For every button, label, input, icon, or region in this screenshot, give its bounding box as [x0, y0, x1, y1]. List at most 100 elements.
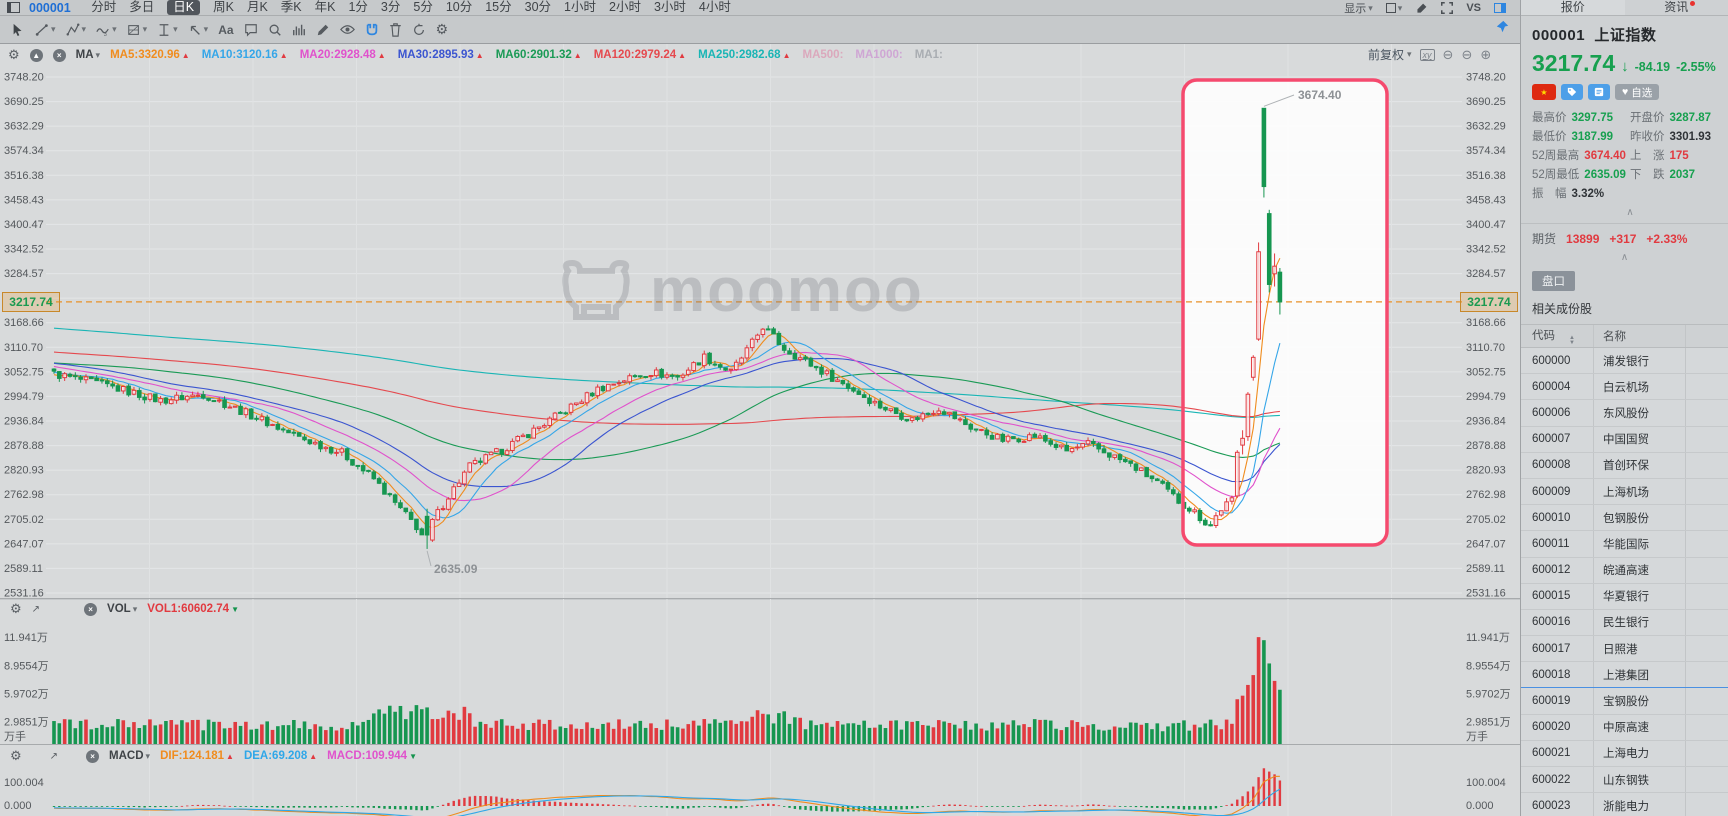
volume-close-icon[interactable]: × — [84, 603, 97, 616]
pattern-icon[interactable] — [292, 23, 306, 37]
search-icon[interactable] — [268, 23, 282, 37]
brush-icon[interactable] — [1415, 2, 1428, 15]
display-menu[interactable]: 显示▾ — [1344, 0, 1373, 16]
zoom-out-icon[interactable]: ⊖ — [1443, 47, 1454, 63]
stock-row-600017[interactable]: 600017日照港 — [1521, 636, 1728, 662]
volume-settings-icon[interactable]: ⚙ — [10, 601, 22, 617]
y-axis-label: 2994.79 — [1466, 391, 1506, 403]
timeframe-tab-4小时[interactable]: 4小时 — [699, 0, 731, 15]
volume-expand-icon[interactable]: ↗ — [32, 604, 40, 615]
axis-settings-icon[interactable]: xy — [1420, 49, 1435, 61]
stock-row-600011[interactable]: 600011华能国际 — [1521, 531, 1728, 557]
tag-icon[interactable] — [1561, 84, 1583, 100]
volume-dropdown[interactable]: VOL▾ — [107, 603, 137, 615]
trendline-icon[interactable]: ▾ — [35, 23, 56, 37]
timeframe-tab-年K[interactable]: 年K — [315, 0, 336, 15]
stock-row-600009[interactable]: 600009上海机场 — [1521, 479, 1728, 505]
y-axis-label: 2878.88 — [1466, 440, 1506, 452]
report-icon[interactable] — [1588, 84, 1610, 100]
stock-row-600021[interactable]: 600021上海电力 — [1521, 741, 1728, 767]
stock-row-600019[interactable]: 600019宝钢股份 — [1521, 688, 1728, 714]
fullscreen-icon[interactable] — [1441, 2, 1453, 14]
timeframe-tab-1分[interactable]: 1分 — [348, 0, 367, 15]
indicator-close-icon[interactable]: × — [53, 49, 66, 62]
timeframe-tab-周K[interactable]: 周K — [213, 0, 234, 15]
ma-dropdown[interactable]: MA▾ — [76, 49, 100, 61]
frame-style-menu[interactable]: ▾ — [1386, 3, 1403, 14]
timeframe-tab-10分[interactable]: 10分 — [446, 0, 472, 15]
magnet-icon[interactable] — [365, 23, 379, 37]
sort-icon[interactable]: ▲▼ — [1569, 336, 1575, 346]
stock-row-600015[interactable]: 600015华夏银行 — [1521, 584, 1728, 610]
timeframe-tab-15分[interactable]: 15分 — [485, 0, 511, 15]
timeframe-tab-月K[interactable]: 月K — [247, 0, 268, 15]
annotation-52w-low: 2635.09 — [434, 562, 478, 576]
timeframe-tab-日K[interactable]: 日K — [167, 0, 200, 15]
y-axis-label: 2531.16 — [4, 588, 44, 600]
tab-news[interactable]: 资讯 — [1625, 0, 1728, 15]
zoom-in-icon[interactable]: ⊕ — [1480, 47, 1491, 63]
macd-close-icon[interactable]: × — [86, 750, 99, 763]
polyline-icon[interactable]: ▾ — [66, 23, 87, 37]
timeframe-tabbar: 000001 分时多日日K周K月K季K年K1分3分5分10分15分30分1小时2… — [0, 0, 1520, 16]
timeframe-tab-5分[interactable]: 5分 — [413, 0, 432, 15]
stock-row-600000[interactable]: 600000浦发银行 — [1521, 348, 1728, 374]
side-panel-toggle-icon[interactable] — [1494, 3, 1506, 13]
cursor-icon[interactable] — [11, 23, 25, 37]
y-axis-label: 2994.79 — [4, 391, 44, 403]
arrow-icon[interactable]: ▾ — [188, 23, 209, 37]
pin-icon[interactable] — [1496, 20, 1509, 38]
timeframe-tab-3小时[interactable]: 3小时 — [654, 0, 686, 15]
collapse-details-icon[interactable]: ∧ — [1532, 208, 1728, 218]
y-axis-label: 3052.75 — [1466, 366, 1506, 378]
stock-row-600016[interactable]: 600016民生银行 — [1521, 610, 1728, 636]
stock-row-600018[interactable]: 600018上港集团 — [1521, 662, 1728, 688]
macd-macd-value: MACD:109.944▼ — [327, 750, 417, 762]
y-axis-label: 3342.52 — [1466, 244, 1506, 256]
table-header[interactable]: 代码▲▼ 名称 — [1521, 325, 1728, 348]
eye-icon[interactable] — [340, 23, 355, 36]
font-icon[interactable]: Aa — [218, 23, 233, 37]
macd-settings-icon[interactable]: ⚙ — [10, 748, 22, 764]
timeframe-tab-3分[interactable]: 3分 — [381, 0, 400, 15]
wave-icon[interactable]: 3▾ — [96, 23, 117, 37]
refresh-icon[interactable] — [412, 23, 426, 37]
add-favorite-button[interactable]: ♥自选 — [1615, 84, 1659, 100]
stock-row-600012[interactable]: 600012皖通高速 — [1521, 558, 1728, 584]
adjust-dropdown[interactable]: 前复权▾ — [1368, 46, 1412, 63]
timeframe-tab-1小时[interactable]: 1小时 — [564, 0, 596, 15]
stock-row-600022[interactable]: 600022山东钢铁 — [1521, 767, 1728, 793]
stock-row-600010[interactable]: 600010包钢股份 — [1521, 505, 1728, 531]
stock-row-600023[interactable]: 600023浙能电力 — [1521, 793, 1728, 816]
indicator-settings-icon[interactable]: ⚙ — [8, 47, 20, 63]
gann-icon[interactable]: ▾ — [127, 23, 148, 37]
stock-row-600020[interactable]: 600020中原高速 — [1521, 715, 1728, 741]
trash-icon[interactable] — [389, 23, 402, 37]
vs-compare-button[interactable]: VS — [1466, 2, 1481, 14]
stock-row-600008[interactable]: 600008首创环保 — [1521, 453, 1728, 479]
tab-pankou[interactable]: 盘口 — [1532, 271, 1575, 291]
zoom-reset-icon[interactable]: ⊖ — [1461, 47, 1472, 63]
stock-row-600007[interactable]: 600007中国国贸 — [1521, 427, 1728, 453]
timeframe-tab-多日[interactable]: 多日 — [129, 0, 154, 15]
timeframe-tab-季K[interactable]: 季K — [281, 0, 302, 15]
stock-row-600004[interactable]: 600004白云机场 — [1521, 374, 1728, 400]
collapse-futures-icon[interactable]: ∧ — [1521, 253, 1728, 263]
macd-expand-icon[interactable]: ↗ — [50, 751, 58, 762]
text-height-icon[interactable]: ▾ — [157, 23, 178, 37]
layout-split-icon[interactable] — [7, 2, 20, 13]
timeframe-tab-2小时[interactable]: 2小时 — [609, 0, 641, 15]
stock-row-600006[interactable]: 600006东风股份 — [1521, 400, 1728, 426]
indicator-up-icon[interactable]: ▲ — [30, 49, 43, 62]
settings-icon[interactable]: ⚙ — [436, 21, 449, 38]
timeframe-tab-30分[interactable]: 30分 — [525, 0, 551, 15]
timeframe-tab-分时[interactable]: 分时 — [91, 0, 116, 15]
tab-quote[interactable]: 报价 — [1521, 0, 1625, 15]
market-flag-icon: ★ — [1532, 84, 1556, 100]
macd-axis-label: 100.004 — [1466, 777, 1506, 789]
comment-icon[interactable] — [244, 23, 258, 37]
macd-dropdown[interactable]: MACD▾ — [109, 750, 150, 762]
candlestick-chart[interactable]: 3674.402635.093748.203748.203690.253690.… — [0, 0, 1520, 816]
pencil-icon[interactable] — [316, 23, 330, 37]
current-price-tag-left: 3217.74 — [2, 292, 60, 312]
